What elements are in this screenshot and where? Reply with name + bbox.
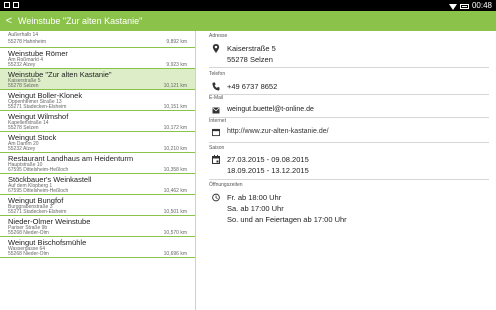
notification-icon bbox=[13, 2, 19, 8]
divider bbox=[209, 117, 489, 118]
list-item-city: 55268 Nieder-Olm bbox=[8, 230, 49, 236]
battery-icon bbox=[459, 3, 469, 9]
list-item-city: 55271 Stadecken-Elsheim bbox=[8, 209, 67, 215]
hours-line-3: So. und an Feiertagen ab 17:00 Uhr bbox=[227, 215, 347, 224]
back-button[interactable]: < bbox=[0, 11, 18, 31]
website-label: Internet bbox=[209, 118, 226, 124]
divider bbox=[209, 179, 489, 180]
hours-label: Öffnungszeiten bbox=[209, 182, 243, 188]
toolbar-title: Weinstube "Zur alten Kastanie" bbox=[18, 16, 143, 26]
list-item-city: 55278 Hahnheim bbox=[8, 39, 47, 45]
list-item[interactable]: Stöckbauer's Weinkastell Auf dem Klopber… bbox=[0, 174, 195, 195]
email-icon bbox=[212, 107, 220, 114]
list-item[interactable]: Weingut Wilmshof Kapellenstraße 14 55278… bbox=[0, 111, 195, 132]
list-item[interactable]: Weingut Stock Am Damm 20 55232 Alzey 10,… bbox=[0, 132, 195, 153]
list-item-distance: 10,462 km bbox=[163, 188, 187, 194]
location-pin-icon bbox=[212, 44, 220, 53]
clock: 00:48 bbox=[471, 1, 492, 10]
list-item[interactable]: Weinstube Römer Am Roßmarkt 4 55232 Alze… bbox=[0, 48, 195, 69]
status-bar: 00:48 bbox=[0, 0, 496, 11]
detail-panel: Adresse Kaiserstraße 5 55278 Selzen Tele… bbox=[197, 31, 496, 310]
divider bbox=[209, 142, 489, 143]
list-item[interactable]: Weingut Boller-Klonek Oppenheimer Straße… bbox=[0, 90, 195, 111]
list-item-distance: 10,696 km bbox=[163, 251, 187, 257]
list-item-distance: 9,923 km bbox=[166, 62, 187, 68]
calendar-icon bbox=[212, 155, 220, 164]
list-item-distance: 10,210 km bbox=[163, 146, 187, 152]
hours-line-1: Fr. ab 18:00 Uhr bbox=[227, 193, 282, 202]
list-item-distance: 10,121 km bbox=[163, 83, 187, 89]
list-item[interactable]: Restaurant Landhaus am Heidenturm Haupts… bbox=[0, 153, 195, 174]
list-item[interactable]: Weingut Bischofsmühle Wassergasse 64 552… bbox=[0, 237, 195, 258]
season-label: Saison bbox=[209, 145, 225, 151]
divider bbox=[209, 94, 489, 95]
list-item[interactable]: Außerhalb 14 55278 Hahnheim 9,892 km bbox=[0, 31, 195, 48]
back-arrow-icon: < bbox=[5, 15, 13, 27]
list-item-city: 67595 Dittelsheim-Heßloch bbox=[8, 188, 69, 194]
address-street[interactable]: Kaiserstraße 5 bbox=[227, 44, 276, 53]
clock-icon bbox=[212, 193, 220, 202]
list-item[interactable]: Weingut Bungfof Burggrabenstraße 3 55271… bbox=[0, 195, 195, 216]
phone-label: Telefon bbox=[209, 71, 226, 77]
divider bbox=[209, 67, 489, 68]
app-toolbar: < Weinstube "Zur alten Kastanie" bbox=[0, 11, 496, 31]
venue-list[interactable]: Außerhalb 14 55278 Hahnheim 9,892 km Wei… bbox=[0, 31, 196, 310]
list-item-distance: 10,501 km bbox=[163, 209, 187, 215]
season-dates-1: 27.03.2015 - 09.08.2015 bbox=[227, 155, 309, 164]
list-item-distance: 10,358 km bbox=[163, 167, 187, 173]
phone-icon bbox=[212, 82, 220, 91]
list-item-city: 55268 Nieder-Olm bbox=[8, 251, 49, 257]
list-item-selected[interactable]: Weinstube "Zur alten Kastanie" Kaiserstr… bbox=[0, 69, 195, 90]
list-item-street: Außerhalb 14 bbox=[8, 32, 39, 38]
address-city[interactable]: 55278 Selzen bbox=[227, 55, 273, 64]
list-item[interactable]: Nieder-Olmer Weinstube Pariser Straße 9b… bbox=[0, 216, 195, 237]
notification-icon bbox=[4, 2, 10, 8]
address-label: Adresse bbox=[209, 33, 228, 39]
wifi-icon bbox=[448, 3, 457, 10]
email-label: E-Mail bbox=[209, 95, 224, 101]
list-item-city: 55271 Stadecken-Elsheim bbox=[8, 104, 67, 110]
list-item-city: 55278 Selzen bbox=[8, 83, 39, 89]
email-address[interactable]: weingut.buettel@t-online.de bbox=[227, 106, 314, 113]
list-item-city: 67595 Dittelsheim-Heßloch bbox=[8, 167, 69, 173]
phone-number[interactable]: +49 6737 8652 bbox=[227, 82, 277, 91]
season-dates-2: 18.09.2015 - 13.12.2015 bbox=[227, 166, 309, 175]
list-item-city: 55232 Alzey bbox=[8, 146, 36, 152]
hours-line-2: Sa. ab 17:00 Uhr bbox=[227, 204, 284, 213]
list-item-distance: 10,151 km bbox=[163, 104, 187, 110]
list-item-distance: 10,172 km bbox=[163, 125, 187, 131]
list-item-city: 55232 Alzey bbox=[8, 62, 36, 68]
list-item-city: 55278 Selzen bbox=[8, 125, 39, 131]
list-item-distance: 10,570 km bbox=[163, 230, 187, 236]
website-link[interactable]: http://www.zur-alten-kastanie.de/ bbox=[227, 128, 329, 135]
browser-icon bbox=[212, 128, 220, 137]
list-item-distance: 9,892 km bbox=[166, 39, 187, 45]
